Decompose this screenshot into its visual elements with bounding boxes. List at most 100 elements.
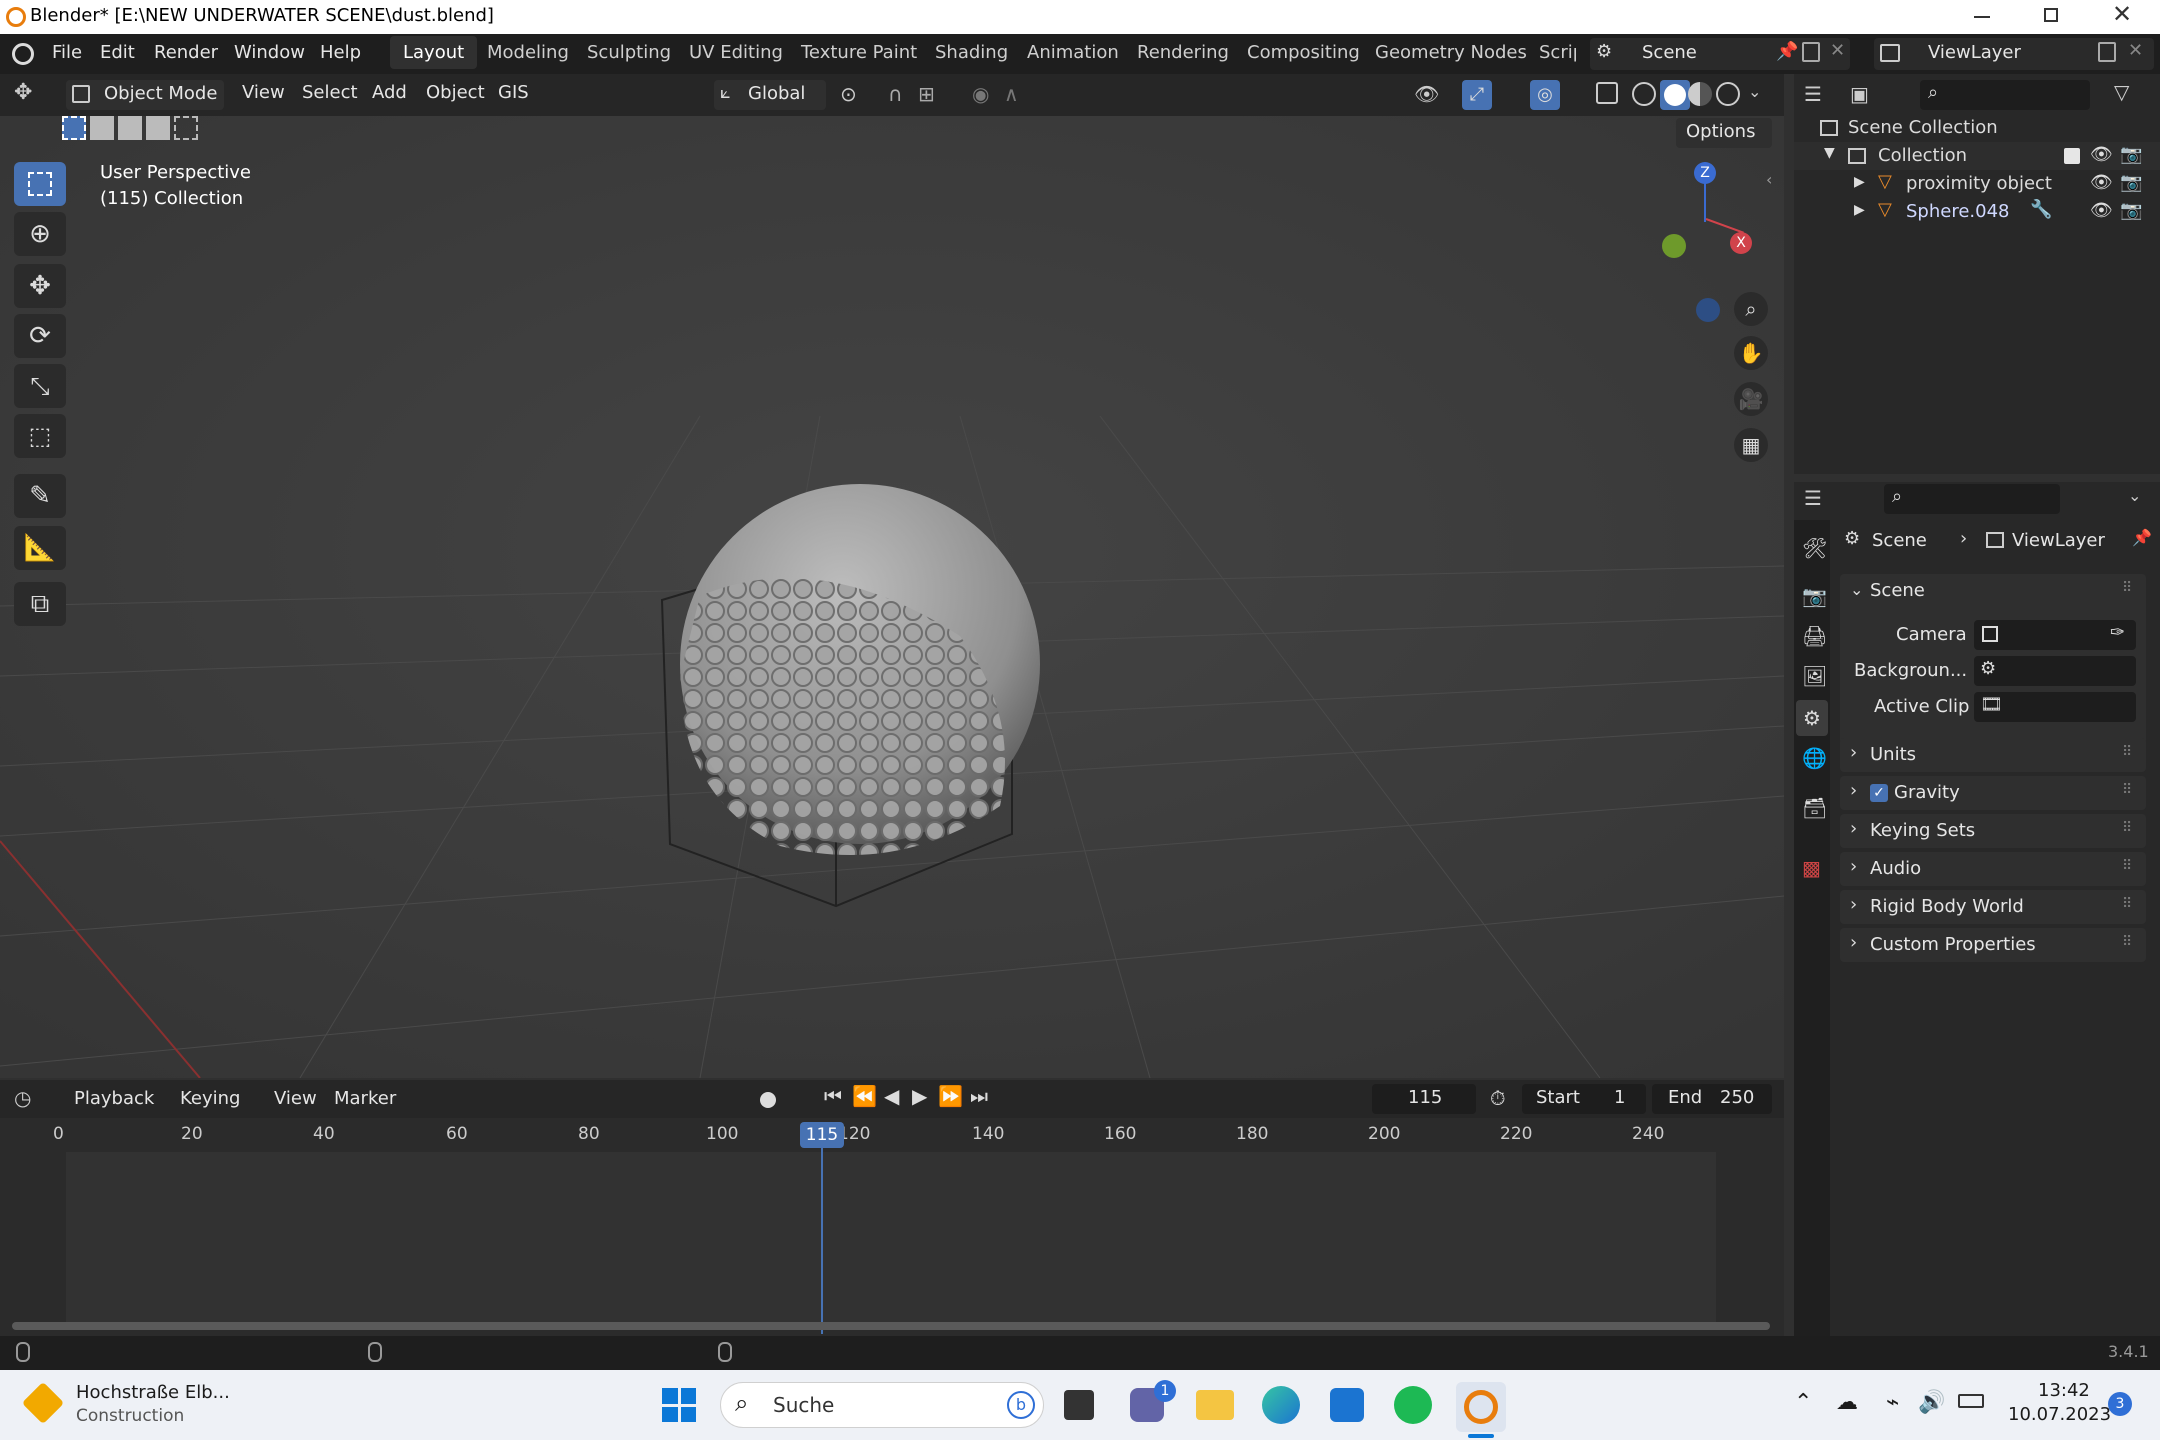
viewlayer-selector[interactable]: ViewLayer ✕ xyxy=(1874,38,2154,70)
measure-tool[interactable]: 📐 xyxy=(14,526,66,570)
play-reverse-icon[interactable]: ◀ xyxy=(884,1084,899,1108)
next-keyframe-icon[interactable]: ⏩ xyxy=(938,1084,963,1108)
zoom-icon[interactable]: ⌕ xyxy=(1734,292,1768,326)
collection-tab-icon[interactable]: 🗃 xyxy=(1802,796,1827,820)
outliner-item-proximity[interactable]: ▶ ▽ proximity object 👁 📷 xyxy=(1794,170,2160,198)
tab-shading[interactable]: Shading xyxy=(922,36,1021,69)
render-camera-icon[interactable]: 📷 xyxy=(2120,200,2142,221)
viewport-menu-select[interactable]: Select xyxy=(302,82,358,103)
timeline-menu-view[interactable]: View xyxy=(274,1088,317,1109)
tab-layout[interactable]: Layout xyxy=(390,36,478,69)
world-tab-icon[interactable]: 🌐 xyxy=(1802,746,1827,770)
stopwatch-icon[interactable]: ⏱ xyxy=(1490,1086,1506,1110)
tab-rendering[interactable]: Rendering xyxy=(1124,36,1242,69)
scene-section-title[interactable]: Scene xyxy=(1870,580,1925,601)
file-explorer-icon[interactable] xyxy=(1196,1390,1234,1420)
volume-icon[interactable]: 🔊 xyxy=(1918,1390,1945,1415)
shading-options-icon[interactable]: ⌄ xyxy=(1748,82,1761,101)
blender-menu-icon[interactable] xyxy=(12,43,34,65)
pin-icon[interactable]: 📌 xyxy=(1776,41,1798,62)
tab-scripting[interactable]: Scrip xyxy=(1526,36,1576,69)
record-icon[interactable] xyxy=(760,1092,776,1108)
overlay-toggle-icon[interactable]: ◎ xyxy=(1530,80,1560,110)
texture-tab-icon[interactable]: ▩ xyxy=(1802,856,1821,880)
panel-units[interactable]: › Units ⠿ xyxy=(1840,738,2146,772)
sidebar-toggle-icon[interactable]: ‹ xyxy=(1766,170,1772,189)
tab-compositing[interactable]: Compositing xyxy=(1234,36,1373,69)
menu-help[interactable]: Help xyxy=(320,42,361,63)
drag-handle-icon[interactable]: ⠿ xyxy=(2122,744,2132,760)
menu-window[interactable]: Window xyxy=(234,42,305,63)
rotate-tool[interactable]: ⟳ xyxy=(14,314,66,358)
perspective-toggle-icon[interactable]: ▦ xyxy=(1734,428,1768,462)
camera-view-icon[interactable]: 🎥 xyxy=(1734,382,1768,416)
panel-custom-properties[interactable]: › Custom Properties ⠿ xyxy=(1840,928,2146,962)
timeline-area[interactable]: 0 20 40 60 80 100 120 140 160 180 200 22… xyxy=(0,1118,1784,1336)
render-camera-icon[interactable]: 📷 xyxy=(2120,172,2142,193)
new-scene-icon[interactable] xyxy=(1802,42,1820,62)
rendered-shading-icon[interactable] xyxy=(1716,82,1740,106)
tab-modeling[interactable]: Modeling xyxy=(474,36,582,69)
snap-target-icon[interactable]: ⊞ xyxy=(918,82,935,106)
add-cube-tool[interactable]: ⧉ xyxy=(14,582,66,626)
drag-handle-icon[interactable]: ⠿ xyxy=(2122,934,2132,950)
edge-browser-icon[interactable] xyxy=(1262,1386,1300,1424)
panel-rigid-body-world[interactable]: › Rigid Body World ⠿ xyxy=(1840,890,2146,924)
exclude-checkbox[interactable] xyxy=(2064,148,2080,164)
snap-icon[interactable]: ∩ xyxy=(888,82,903,106)
3d-viewport[interactable]: ⊕ ✥ ⟳ ⤡ ⬚ ✎ 📐 ⧉ User Perspective (115) C… xyxy=(0,116,1784,1078)
display-mode-icon[interactable]: ▣ xyxy=(1850,82,1869,106)
network-icon[interactable]: ⌁ xyxy=(1886,1390,1899,1415)
viewport-menu-add[interactable]: Add xyxy=(372,82,407,103)
material-shading-icon[interactable] xyxy=(1688,82,1712,106)
notification-badge[interactable]: 3 xyxy=(2108,1392,2132,1416)
cloud-sync-icon[interactable]: ☁ xyxy=(1836,1390,1858,1415)
render-tab-icon[interactable]: 📷 xyxy=(1802,584,1827,608)
menu-edit[interactable]: Edit xyxy=(100,42,135,63)
editor-type-icon[interactable]: ✥ xyxy=(14,80,32,105)
jump-start-icon[interactable]: ⏮ xyxy=(824,1084,842,1108)
eye-icon[interactable]: 👁 xyxy=(2090,172,2113,193)
tab-animation[interactable]: Animation xyxy=(1014,36,1132,69)
eyedropper-icon[interactable]: ✑ xyxy=(2110,622,2125,643)
expand-arrow-icon[interactable]: ▶ xyxy=(1854,202,1865,218)
camera-field[interactable]: ✑ xyxy=(1974,620,2136,650)
modifier-wrench-icon[interactable]: 🔧 xyxy=(2030,199,2052,220)
outliner-item-sphere[interactable]: ▶ ▽ Sphere.048 🔧 👁 📷 xyxy=(1794,198,2160,226)
tab-sculpting[interactable]: Sculpting xyxy=(574,36,684,69)
visibility-icon[interactable]: 👁 xyxy=(1414,82,1439,106)
drag-handle-icon[interactable]: ⠿ xyxy=(2122,820,2132,836)
blender-taskbar-icon[interactable] xyxy=(1456,1382,1506,1432)
scene-collection-row[interactable]: Scene Collection xyxy=(1794,114,2160,142)
panel-keying-sets[interactable]: › Keying Sets ⠿ xyxy=(1840,814,2146,848)
drag-handle-icon[interactable]: ⠿ xyxy=(2122,858,2132,874)
transform-orientation[interactable]: ⟀ Global xyxy=(714,80,826,110)
collection-row[interactable]: ▼ Collection 👁 📷 xyxy=(1794,142,2160,170)
options-button[interactable]: Options xyxy=(1676,118,1772,148)
mode-selector[interactable]: Object Mode xyxy=(66,80,224,110)
gizmo-z-icon[interactable]: Z xyxy=(1694,162,1716,184)
filter-icon[interactable]: ▽ xyxy=(2114,80,2129,104)
background-field[interactable]: ⚙ xyxy=(1974,656,2136,686)
proportional-edit-icon[interactable]: ◉ xyxy=(972,82,989,106)
timeline-scrollbar[interactable] xyxy=(12,1322,1770,1330)
menu-file[interactable]: File xyxy=(52,42,82,63)
gizmo-y-neg-icon[interactable] xyxy=(1662,234,1686,258)
battery-icon[interactable] xyxy=(1958,1394,1984,1408)
outliner-search-input[interactable]: ⌕ xyxy=(1920,80,2090,110)
select-box-tool[interactable] xyxy=(14,162,66,206)
move-tool[interactable]: ✥ xyxy=(14,264,66,308)
clock-time[interactable]: 13:42 xyxy=(2038,1380,2090,1401)
navigation-gizmo[interactable]: Z X xyxy=(1650,162,1752,322)
minimize-button[interactable] xyxy=(1974,16,1990,18)
current-frame-field[interactable]: 115 xyxy=(1372,1084,1476,1114)
close-button[interactable]: ✕ xyxy=(2112,0,2132,28)
start-button[interactable] xyxy=(662,1388,696,1422)
weather-widget[interactable]: Hochstraße Elb... Construction xyxy=(21,1380,244,1432)
gizmo-toggle-icon[interactable]: ⤢ xyxy=(1462,80,1492,110)
drag-handle-icon[interactable]: ⠿ xyxy=(2122,580,2132,596)
transform-tool[interactable]: ⬚ xyxy=(14,414,66,458)
tab-texture-paint[interactable]: Texture Paint xyxy=(788,36,930,69)
panel-gravity[interactable]: › ✓ Gravity ⠿ xyxy=(1840,776,2146,810)
spotify-icon[interactable] xyxy=(1394,1386,1432,1424)
